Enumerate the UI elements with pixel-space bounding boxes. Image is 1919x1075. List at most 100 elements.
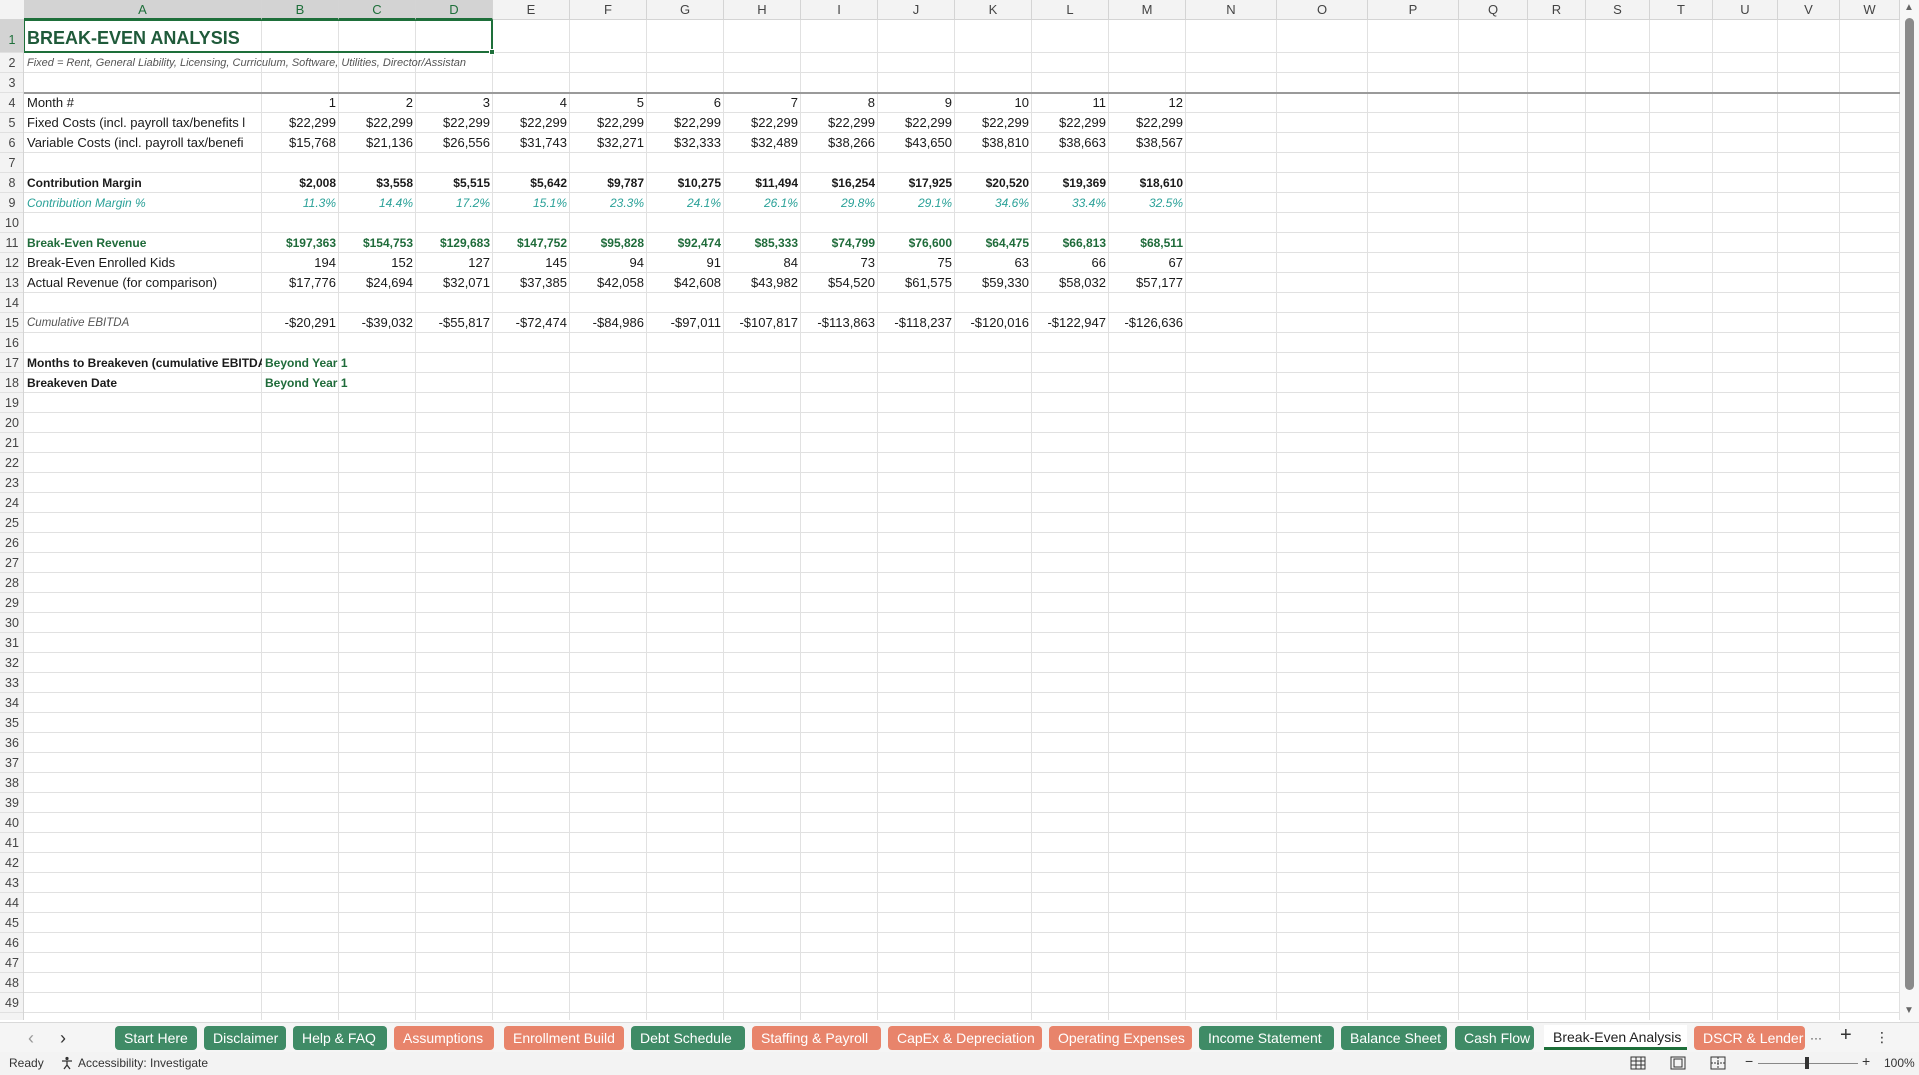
sheet-tab[interactable]: Cash Flow xyxy=(1455,1026,1534,1050)
cell-e11[interactable]: $147,752 xyxy=(493,233,570,253)
row-header[interactable]: 8 xyxy=(0,173,23,193)
cell-g15[interactable]: -$97,011 xyxy=(647,313,724,333)
cell-a11[interactable]: Break-Even Revenue xyxy=(24,233,262,253)
column-header-v[interactable]: V xyxy=(1778,0,1840,20)
next-sheet-icon[interactable]: › xyxy=(54,1028,72,1049)
cell-j15[interactable]: -$118,237 xyxy=(878,313,955,333)
sheet-tab[interactable]: Income Statement xyxy=(1199,1026,1334,1050)
row-header[interactable]: 27 xyxy=(0,553,23,573)
column-header-d[interactable]: D xyxy=(416,0,493,20)
row-header[interactable]: 10 xyxy=(0,213,23,233)
cell-h6[interactable]: $32,489 xyxy=(724,133,801,153)
cell-f11[interactable]: $95,828 xyxy=(570,233,647,253)
sheet-tab[interactable]: Operating Expenses xyxy=(1049,1026,1192,1050)
cell-h5[interactable]: $22,299 xyxy=(724,113,801,133)
cell-b5[interactable]: $22,299 xyxy=(262,113,339,133)
row-header[interactable]: 42 xyxy=(0,853,23,873)
row-header[interactable]: 25 xyxy=(0,513,23,533)
row-header[interactable]: 24 xyxy=(0,493,23,513)
cell-b12[interactable]: 194 xyxy=(262,253,339,273)
column-header-i[interactable]: I xyxy=(801,0,878,20)
cell-g12[interactable]: 91 xyxy=(647,253,724,273)
cell-h12[interactable]: 84 xyxy=(724,253,801,273)
row-header[interactable]: 30 xyxy=(0,613,23,633)
cell-a4[interactable]: Month # xyxy=(24,93,262,113)
cell-f5[interactable]: $22,299 xyxy=(570,113,647,133)
cell-a1[interactable]: BREAK-EVEN ANALYSIS xyxy=(24,20,262,53)
cell-i5[interactable]: $22,299 xyxy=(801,113,878,133)
column-header-u[interactable]: U xyxy=(1713,0,1778,20)
cell-l13[interactable]: $58,032 xyxy=(1032,273,1109,293)
cell-grid[interactable]: BREAK-EVEN ANALYSIS Fixed = Rent, General… xyxy=(24,20,1900,1020)
row-header[interactable]: 1 xyxy=(0,20,23,53)
zoom-slider-thumb[interactable] xyxy=(1805,1057,1809,1069)
cell-g13[interactable]: $42,608 xyxy=(647,273,724,293)
cell-g4[interactable]: 6 xyxy=(647,93,724,113)
row-header[interactable]: 17 xyxy=(0,353,23,373)
cell-e12[interactable]: 145 xyxy=(493,253,570,273)
cell-c6[interactable]: $21,136 xyxy=(339,133,416,153)
cell-a5[interactable]: Fixed Costs (incl. payroll tax/benefits … xyxy=(24,113,262,133)
cell-e6[interactable]: $31,743 xyxy=(493,133,570,153)
cell-l6[interactable]: $38,663 xyxy=(1032,133,1109,153)
sheet-tab[interactable]: Start Here xyxy=(115,1026,197,1050)
column-header-k[interactable]: K xyxy=(955,0,1032,20)
cell-c4[interactable]: 2 xyxy=(339,93,416,113)
cell-d6[interactable]: $26,556 xyxy=(416,133,493,153)
cell-k12[interactable]: 63 xyxy=(955,253,1032,273)
cell-a9[interactable]: Contribution Margin % xyxy=(24,193,262,213)
cell-i15[interactable]: -$113,863 xyxy=(801,313,878,333)
cell-k8[interactable]: $20,520 xyxy=(955,173,1032,193)
cell-b6[interactable]: $15,768 xyxy=(262,133,339,153)
cell-e4[interactable]: 4 xyxy=(493,93,570,113)
page-break-icon[interactable] xyxy=(1710,1056,1726,1073)
column-header-c[interactable]: C xyxy=(339,0,416,20)
row-header[interactable]: 13 xyxy=(0,273,23,293)
sheet-tab[interactable]: Staffing & Payroll xyxy=(752,1026,881,1050)
row-header[interactable]: 35 xyxy=(0,713,23,733)
cell-b18[interactable]: Beyond Year 1 xyxy=(262,373,416,393)
cell-a2[interactable]: Fixed = Rent, General Liability, Licensi… xyxy=(24,53,493,73)
cell-h4[interactable]: 7 xyxy=(724,93,801,113)
cell-m9[interactable]: 32.5% xyxy=(1109,193,1186,213)
scroll-down-icon[interactable]: ▼ xyxy=(1904,1005,1914,1016)
row-header[interactable]: 26 xyxy=(0,533,23,553)
cell-i9[interactable]: 29.8% xyxy=(801,193,878,213)
column-header-p[interactable]: P xyxy=(1368,0,1459,20)
cell-e15[interactable]: -$72,474 xyxy=(493,313,570,333)
row-header[interactable]: 14 xyxy=(0,293,23,313)
cell-c8[interactable]: $3,558 xyxy=(339,173,416,193)
cell-d5[interactable]: $22,299 xyxy=(416,113,493,133)
cell-f4[interactable]: 5 xyxy=(570,93,647,113)
row-header[interactable]: 23 xyxy=(0,473,23,493)
column-header-s[interactable]: S xyxy=(1586,0,1650,20)
cell-a15[interactable]: Cumulative EBITDA xyxy=(24,313,262,333)
row-header[interactable]: 40 xyxy=(0,813,23,833)
cell-a8[interactable]: Contribution Margin xyxy=(24,173,262,193)
cell-d12[interactable]: 127 xyxy=(416,253,493,273)
zoom-level[interactable]: 100% xyxy=(1884,1056,1915,1070)
cell-c9[interactable]: 14.4% xyxy=(339,193,416,213)
add-sheet-icon[interactable]: + xyxy=(1840,1024,1852,1047)
accessibility-icon[interactable] xyxy=(60,1056,74,1073)
column-header-j[interactable]: J xyxy=(878,0,955,20)
cell-b15[interactable]: -$20,291 xyxy=(262,313,339,333)
row-header[interactable]: 3 xyxy=(0,73,23,93)
cell-g9[interactable]: 24.1% xyxy=(647,193,724,213)
cell-d15[interactable]: -$55,817 xyxy=(416,313,493,333)
row-header[interactable]: 28 xyxy=(0,573,23,593)
cell-m12[interactable]: 67 xyxy=(1109,253,1186,273)
column-header-a[interactable]: A xyxy=(24,0,262,20)
cell-a12[interactable]: Break-Even Enrolled Kids xyxy=(24,253,262,273)
page-layout-icon[interactable] xyxy=(1670,1056,1686,1073)
row-header[interactable]: 38 xyxy=(0,773,23,793)
sheet-tab[interactable]: Debt Schedule xyxy=(631,1026,745,1050)
cell-f6[interactable]: $32,271 xyxy=(570,133,647,153)
cell-k9[interactable]: 34.6% xyxy=(955,193,1032,213)
sheet-tab[interactable]: Assumptions xyxy=(394,1026,494,1050)
sheet-menu-icon[interactable]: ⋮ xyxy=(1875,1029,1889,1046)
cell-i11[interactable]: $74,799 xyxy=(801,233,878,253)
cell-e13[interactable]: $37,385 xyxy=(493,273,570,293)
cell-d13[interactable]: $32,071 xyxy=(416,273,493,293)
cell-l9[interactable]: 33.4% xyxy=(1032,193,1109,213)
